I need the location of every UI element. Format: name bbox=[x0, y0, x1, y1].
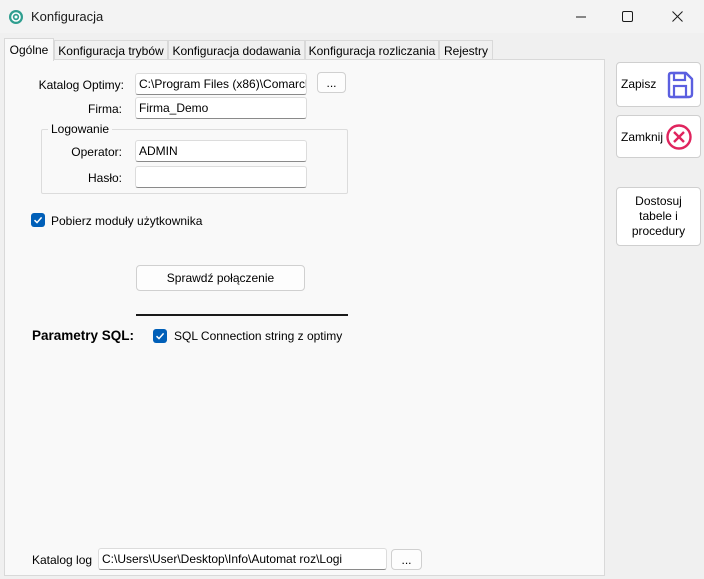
gear-icon bbox=[8, 9, 24, 25]
test-connection-button[interactable]: Sprawdź połączenie bbox=[136, 265, 305, 291]
maximize-icon bbox=[621, 11, 633, 22]
tab-konfiguracja-trybow[interactable]: Konfiguracja trybów bbox=[54, 40, 168, 60]
catalog-input[interactable]: C:\Program Files (x86)\Comarch bbox=[135, 73, 307, 95]
close-window-button-label: Zamknij bbox=[621, 130, 664, 144]
save-icon bbox=[665, 70, 695, 103]
checkmark-icon bbox=[155, 332, 165, 340]
close-circle-icon bbox=[665, 123, 693, 154]
minimize-button[interactable] bbox=[558, 0, 604, 33]
tab-ogolne[interactable]: Ogólne bbox=[4, 38, 54, 61]
operator-label: Operator: bbox=[71, 145, 122, 159]
window-title: Konfiguracja bbox=[31, 9, 104, 24]
modules-checkbox[interactable] bbox=[31, 213, 45, 227]
catalog-browse-button[interactable]: ... bbox=[317, 72, 346, 93]
tab-rejestry[interactable]: Rejestry bbox=[439, 40, 493, 60]
modules-checkbox-label[interactable]: Pobierz moduły użytkownika bbox=[51, 214, 202, 228]
tab-konfiguracja-dodawania[interactable]: Konfiguracja dodawania bbox=[168, 40, 305, 60]
close-button[interactable] bbox=[654, 0, 700, 33]
login-group-title: Logowanie bbox=[48, 122, 113, 136]
maximize-button[interactable] bbox=[604, 0, 650, 33]
customize-tables-button[interactable]: Dostosuj tabele i procedury bbox=[616, 187, 701, 246]
log-browse-button[interactable]: ... bbox=[391, 549, 422, 570]
password-label: Hasło: bbox=[87, 171, 122, 185]
close-window-button[interactable]: Zamknij bbox=[616, 115, 701, 158]
company-label: Firma: bbox=[88, 102, 122, 116]
title-bar: Konfiguracja bbox=[0, 0, 704, 33]
catalog-label: Katalog Optimy: bbox=[38, 78, 124, 92]
checkmark-icon bbox=[33, 216, 43, 224]
sql-connection-checkbox-label[interactable]: SQL Connection string z optimy bbox=[174, 329, 342, 343]
save-button[interactable]: Zapisz bbox=[616, 62, 701, 107]
separator-line bbox=[136, 314, 348, 316]
close-icon bbox=[671, 11, 683, 22]
minimize-icon bbox=[576, 12, 586, 22]
log-label: Katalog log bbox=[32, 553, 93, 567]
tab-konfiguracja-rozliczania[interactable]: Konfiguracja rozliczania bbox=[305, 40, 439, 60]
company-input[interactable]: Firma_Demo bbox=[135, 97, 307, 119]
log-directory-input[interactable]: C:\Users\User\Desktop\Info\Automat roz\L… bbox=[98, 548, 387, 570]
sql-connection-checkbox[interactable] bbox=[153, 329, 167, 343]
sql-parameters-title: Parametry SQL: bbox=[32, 328, 135, 343]
save-button-label: Zapisz bbox=[621, 77, 657, 91]
password-input[interactable] bbox=[135, 166, 307, 188]
operator-input[interactable]: ADMIN bbox=[135, 140, 307, 162]
tab-strip: Ogólne Konfiguracja trybów Konfiguracja … bbox=[4, 38, 604, 61]
